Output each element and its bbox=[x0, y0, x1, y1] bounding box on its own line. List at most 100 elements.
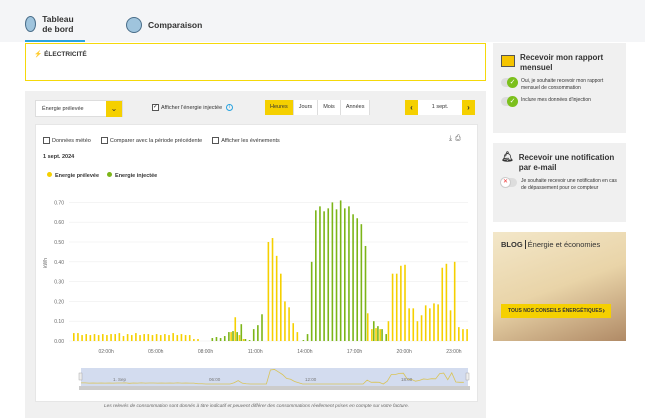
bar-prelevee bbox=[375, 328, 377, 341]
energy-select[interactable]: Énergie prélevée ⌄ bbox=[35, 100, 123, 117]
bar-prelevee bbox=[238, 335, 241, 341]
navigator-label: 06:00 bbox=[209, 377, 221, 382]
y-tick-label: 0.70 bbox=[54, 200, 64, 206]
bar-prelevee bbox=[93, 334, 96, 341]
bar-prelevee bbox=[424, 305, 427, 341]
bar-injectee bbox=[335, 209, 338, 341]
bar-injectee bbox=[261, 314, 263, 341]
bar-prelevee bbox=[408, 308, 410, 341]
lightning-icon: ⚡ bbox=[34, 51, 43, 58]
tab-dashboard[interactable]: Tableau de bord bbox=[25, 8, 85, 42]
prev-date-button[interactable]: ‹ bbox=[405, 100, 418, 115]
bar-injectee bbox=[236, 332, 238, 341]
bar-injectee bbox=[356, 218, 359, 341]
show-injected-label: Afficher l'énergie injectée bbox=[161, 104, 223, 111]
bar-injectee bbox=[377, 326, 379, 341]
y-tick-label: 0.30 bbox=[54, 280, 64, 286]
y-tick-label: 0.40 bbox=[54, 260, 64, 266]
bar-prelevee bbox=[188, 335, 191, 341]
bar-prelevee bbox=[366, 313, 369, 341]
injection-toggle[interactable]: ✓ bbox=[501, 96, 518, 107]
events-checkbox[interactable]: Afficher les événements bbox=[212, 137, 280, 144]
bar-prelevee bbox=[433, 303, 435, 341]
navigator-label: 12:00 bbox=[305, 377, 317, 382]
blog-title: Énergie et économies bbox=[527, 240, 601, 249]
bar-prelevee bbox=[445, 263, 448, 341]
bar-prelevee bbox=[197, 339, 199, 341]
bar-prelevee bbox=[292, 323, 295, 341]
checkbox-icon[interactable] bbox=[100, 137, 108, 144]
bar-prelevee bbox=[395, 273, 398, 341]
bar-prelevee bbox=[151, 335, 154, 341]
report-toggle[interactable]: ✓ bbox=[501, 77, 518, 88]
weather-checkbox[interactable]: Données météo bbox=[43, 137, 91, 144]
chart-tools: ⤓⎙ bbox=[449, 135, 464, 143]
legend-prelevee[interactable]: Energie prélevée bbox=[47, 172, 99, 179]
notification-toggle[interactable]: ✕ bbox=[500, 177, 517, 188]
tab-comparison[interactable]: Comparaison bbox=[126, 8, 202, 42]
bar-injectee bbox=[381, 329, 383, 341]
bar-prelevee bbox=[89, 335, 92, 341]
bar-prelevee bbox=[271, 238, 274, 341]
bar-prelevee bbox=[416, 321, 419, 341]
blog-card: BLOG Énergie et économies TOUS NOS CONSEI… bbox=[493, 232, 626, 341]
navigator-scrollbar bbox=[79, 386, 470, 390]
show-injected-checkbox[interactable]: ✓ Afficher l'énergie injectée i bbox=[152, 104, 234, 111]
bar-injectee bbox=[327, 208, 330, 341]
bar-injectee bbox=[331, 202, 334, 341]
period-months[interactable]: Mois bbox=[318, 100, 341, 115]
period-days[interactable]: Jours bbox=[293, 100, 319, 115]
x-tick-label: 20:00h bbox=[397, 349, 413, 355]
bar-prelevee bbox=[387, 321, 390, 341]
comparison-icon bbox=[126, 17, 142, 33]
bar-prelevee bbox=[110, 334, 112, 341]
next-date-button[interactable]: › bbox=[462, 100, 475, 115]
y-tick-label: 0.20 bbox=[54, 299, 64, 305]
bar-prelevee bbox=[267, 242, 270, 341]
bar-injectee bbox=[232, 331, 234, 341]
period-years[interactable]: Années bbox=[340, 100, 371, 115]
toggle-label: Inclure mes données d'injection bbox=[521, 97, 591, 103]
legend-injectee[interactable]: Energie injectée bbox=[107, 172, 157, 179]
bar-prelevee bbox=[176, 335, 179, 341]
notification-toggle-row: ✕ Je souhaite recevoir une notification e… bbox=[493, 173, 626, 192]
navigator-label: 18:00 bbox=[401, 377, 413, 382]
toggle-label: Je souhaite recevoir une notification en… bbox=[521, 178, 617, 191]
blog-tips-button[interactable]: TOUS NOS CONSEILS ÉNERGÉTIQUES › bbox=[501, 304, 611, 318]
info-icon[interactable]: i bbox=[226, 104, 234, 111]
chart-options: Données météo Comparer avec la période p… bbox=[43, 137, 280, 144]
bar-injectee bbox=[215, 337, 218, 341]
x-tick-label: 05:00h bbox=[148, 349, 164, 355]
chevron-right-icon: › bbox=[602, 306, 605, 315]
bar-injectee bbox=[310, 261, 313, 341]
bar-prelevee bbox=[135, 333, 137, 341]
bar-prelevee bbox=[168, 335, 170, 341]
period-hours[interactable]: Heures bbox=[265, 100, 294, 115]
navigator-left-handle bbox=[78, 372, 83, 381]
legend-label: Energie prélevée bbox=[55, 173, 100, 179]
bar-prelevee bbox=[284, 301, 286, 341]
bar-prelevee bbox=[379, 329, 381, 341]
bar-injectee bbox=[344, 208, 346, 341]
bar-prelevee bbox=[230, 332, 232, 341]
x-tick-label: 14:00h bbox=[297, 349, 313, 355]
bar-injectee bbox=[219, 338, 222, 341]
bar-prelevee bbox=[429, 308, 431, 341]
checkbox-icon[interactable] bbox=[212, 137, 220, 144]
bar-prelevee bbox=[275, 255, 278, 341]
chevron-down-icon[interactable]: ⌄ bbox=[106, 101, 122, 117]
bar-injectee bbox=[348, 206, 350, 341]
energy-select-value: Énergie prélevée bbox=[42, 106, 84, 112]
bar-prelevee bbox=[391, 273, 394, 341]
print-icon[interactable]: ⎙ bbox=[455, 135, 464, 142]
checkbox-icon[interactable] bbox=[43, 137, 50, 144]
bar-prelevee bbox=[97, 335, 100, 341]
bar-injectee bbox=[211, 338, 214, 341]
compare-checkbox[interactable]: Comparer avec la période précédente bbox=[100, 137, 202, 144]
checkbox-checked-icon[interactable]: ✓ bbox=[152, 104, 159, 111]
bar-prelevee bbox=[139, 335, 141, 341]
navigator-label: 1. Sep bbox=[113, 377, 127, 382]
bar-injectee bbox=[223, 336, 226, 341]
bar-prelevee bbox=[242, 339, 245, 341]
bar-prelevee bbox=[462, 329, 464, 341]
